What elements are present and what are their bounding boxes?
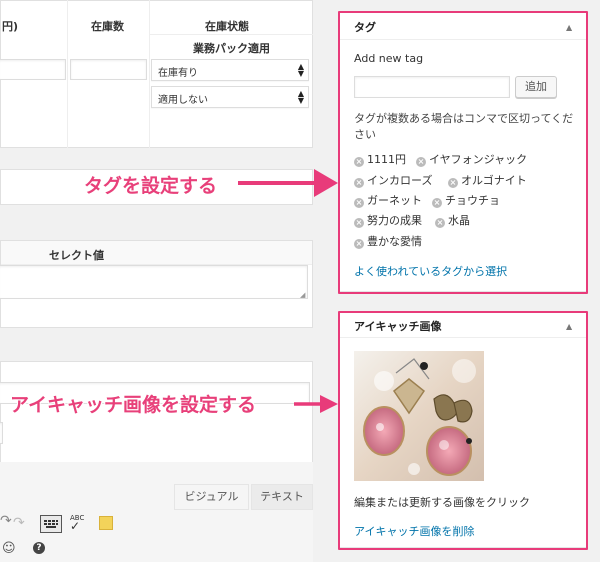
remove-featured-image-link[interactable]: アイキャッチ画像を削除 <box>354 523 474 539</box>
table-header-row <box>0 12 313 13</box>
stock-count-header: 在庫数 <box>91 20 124 33</box>
spellcheck-icon[interactable]: ABC ✓ <box>70 514 84 532</box>
remove-tag-icon[interactable]: × <box>354 157 364 167</box>
tag-item: × 努力の成果 <box>354 214 422 228</box>
remove-tag-icon[interactable]: × <box>435 218 445 228</box>
select-value-header: セレクト値 <box>49 249 104 262</box>
tag-hint: タグが複数ある場合はコンマで区切ってください <box>354 112 574 141</box>
col-divider <box>67 0 68 148</box>
business-pack-header: 業務パック適用 <box>193 42 270 55</box>
tab-visual[interactable]: ビジュアル <box>174 484 249 510</box>
business-pack-value: 適用しない <box>158 95 208 106</box>
tag-item: × ガーネット <box>354 194 422 208</box>
stock-status-select[interactable]: 在庫有り ▲ ▼ <box>151 59 309 81</box>
tag-item: × チョウチョ <box>432 194 500 208</box>
keyboard-glyph <box>44 520 58 528</box>
collapse-toggle-icon[interactable]: ▲ <box>566 23 572 32</box>
popular-tags-link[interactable]: よく使われているタグから選択 <box>354 263 507 279</box>
tag-item: × 1111円 <box>354 153 406 167</box>
remove-tag-icon[interactable]: × <box>354 178 364 188</box>
price-header: 円) <box>2 20 19 33</box>
featured-image-title: アイキャッチ画像 <box>354 320 442 333</box>
remove-tag-icon[interactable]: × <box>354 239 364 249</box>
select-arrows-icon: ▲ ▼ <box>297 89 304 105</box>
featured-edit-hint: 編集または更新する画像をクリック <box>354 496 530 509</box>
add-tag-button[interactable]: 追加 <box>515 76 557 98</box>
featured-arrow-icon <box>294 395 338 413</box>
remove-tag-icon[interactable]: × <box>354 218 364 228</box>
tab-text[interactable]: テキスト <box>251 484 313 510</box>
new-tag-input[interactable] <box>354 76 510 98</box>
stock-status-header: 在庫状態 <box>205 20 249 33</box>
tag-box-header-line <box>340 39 586 40</box>
business-pack-select[interactable]: 適用しない ▲ ▼ <box>151 86 309 108</box>
stock-status-value: 在庫有り <box>158 68 198 79</box>
tag-box-title: タグ <box>354 21 376 34</box>
remove-tag-icon[interactable]: × <box>448 178 458 188</box>
tag-callout: タグを設定する <box>84 175 218 197</box>
redo-icon[interactable]: ↷ <box>0 513 12 529</box>
featured-image-picture <box>354 351 484 481</box>
help-icon[interactable]: ? <box>33 542 45 554</box>
editor-small-field[interactable] <box>0 422 3 444</box>
featured-image-thumbnail[interactable] <box>354 351 484 481</box>
note-icon[interactable] <box>99 516 113 530</box>
header-divider <box>149 34 313 35</box>
tag-item: × インカローズ <box>354 174 433 188</box>
resize-grip-icon[interactable]: ◢ <box>300 291 305 299</box>
editor-toolbar-bg <box>0 462 313 562</box>
select-value-header-bg <box>1 241 312 265</box>
featured-callout: アイキャッチ画像を設定する <box>10 394 257 416</box>
tag-item: × イヤフォンジャック <box>416 153 528 167</box>
redo-icon[interactable]: ↷ <box>13 515 25 531</box>
featured-box-header-line <box>340 337 586 338</box>
remove-tag-icon[interactable]: × <box>416 157 426 167</box>
price-input[interactable] <box>0 59 66 80</box>
tag-item: × オルゴナイト <box>448 174 527 188</box>
col-divider <box>149 0 150 148</box>
collapse-toggle-icon[interactable]: ▲ <box>566 322 572 331</box>
tag-item: × 水晶 <box>435 214 470 228</box>
tag-arrow-icon <box>238 169 338 197</box>
remove-tag-icon[interactable]: × <box>432 198 442 208</box>
remove-tag-icon[interactable]: × <box>354 198 364 208</box>
emoji-icon[interactable]: ☺ <box>2 541 16 556</box>
add-new-tag-label: Add new tag <box>354 52 424 65</box>
tag-item: × 豊かな愛情 <box>354 235 422 249</box>
stock-count-input[interactable] <box>70 59 147 80</box>
keyboard-icon[interactable] <box>40 515 62 533</box>
select-arrows-icon: ▲ ▼ <box>297 62 304 78</box>
select-value-textarea[interactable] <box>0 265 308 299</box>
